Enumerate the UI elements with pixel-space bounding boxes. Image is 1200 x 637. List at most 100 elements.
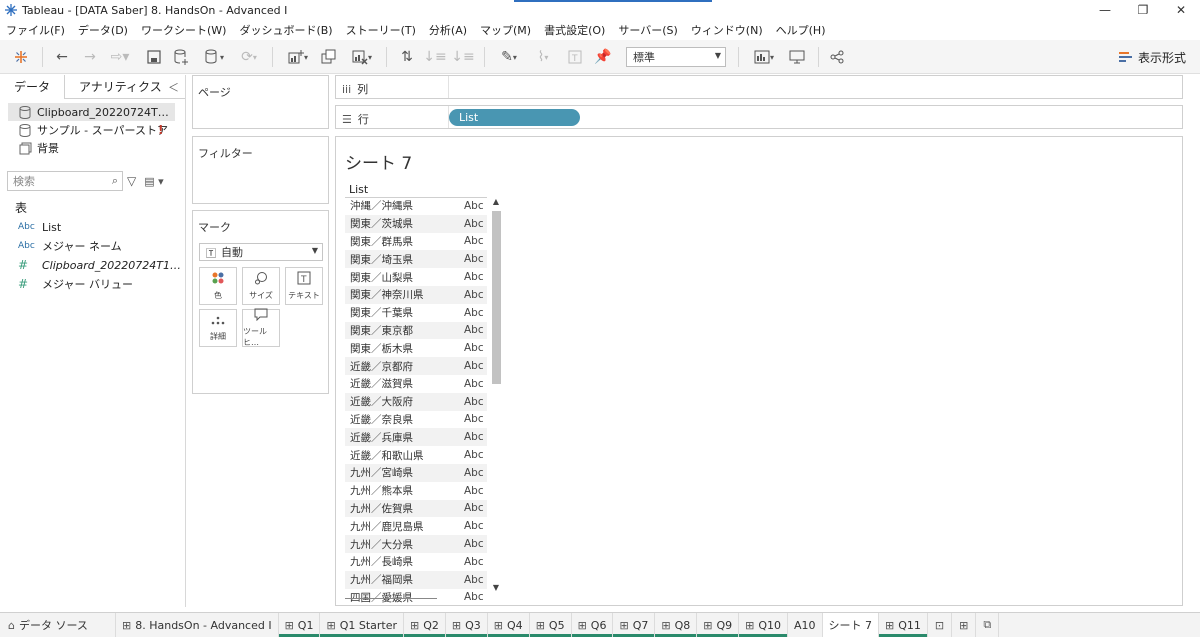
rows-pill-list[interactable]: List (449, 109, 580, 126)
duplicate-sheet-icon[interactable] (318, 46, 340, 68)
view-options-icon[interactable]: ▤ ▾ (144, 175, 163, 188)
scroll-thumb[interactable] (492, 211, 501, 384)
search-input[interactable]: 検索 ⌕ (7, 171, 123, 191)
sheet-tab[interactable]: A10 (788, 613, 823, 637)
pause-updates-icon[interactable]: ▾ (198, 46, 230, 68)
presentation-mode-icon[interactable] (786, 46, 808, 68)
field-clipboard-count[interactable]: # Clipboard_20220724T1… (18, 256, 181, 274)
new-worksheet-icon[interactable]: ▾ (282, 46, 314, 68)
new-data-source-icon[interactable] (170, 46, 192, 68)
menu-file[interactable]: ファイル(F) (6, 22, 65, 38)
share-icon[interactable] (826, 46, 848, 68)
field-measure-values[interactable]: # メジャー バリュー (18, 275, 133, 293)
show-me-button[interactable]: 表示形式 (1118, 49, 1186, 66)
table-row[interactable]: 九州／鹿児島県 Abc (345, 517, 487, 535)
menu-dashboard[interactable]: ダッシュボード(B) (239, 22, 332, 38)
new-story-tab-icon[interactable]: ⧉ (976, 613, 1000, 637)
replay-icon[interactable]: ⇨▾ (106, 46, 134, 68)
collapse-pane-icon[interactable]: ＜ (168, 79, 179, 95)
filter-icon[interactable]: ▽ (127, 174, 136, 188)
menu-data[interactable]: データ(D) (78, 22, 128, 38)
table-row[interactable]: 近畿／和歌山県 Abc (345, 446, 487, 464)
restore-button[interactable]: ❐ (1124, 0, 1162, 20)
table-row[interactable]: 九州／福岡県 Abc (345, 570, 487, 589)
show-mark-labels-icon[interactable]: T (564, 46, 586, 68)
fit-select[interactable]: 標準 ▼ (626, 47, 726, 67)
sheet-tab[interactable]: ⊞ Q11 (879, 613, 928, 637)
table-row[interactable]: 関東／茨城県 Abc (345, 214, 487, 233)
sheet-tab[interactable]: ⊞ Q9 (697, 613, 740, 637)
tab-analytics[interactable]: アナリティクス (65, 75, 176, 99)
group-members-icon[interactable]: ⌇ ▾ (528, 46, 558, 68)
redo-icon[interactable]: → (80, 46, 100, 68)
scroll-down-icon[interactable]: ▼ (490, 583, 502, 595)
refresh-icon[interactable]: ⟳ ▾ (234, 46, 264, 68)
size-button[interactable]: サイズ (242, 267, 280, 305)
menu-help[interactable]: ヘルプ(H) (776, 22, 826, 38)
show-cards-icon[interactable]: ▾ (748, 46, 780, 68)
table-row[interactable]: 近畿／京都府 Abc (345, 357, 487, 375)
highlight-icon[interactable]: ✎ ▾ (494, 46, 524, 68)
table-row[interactable]: 関東／栃木県 Abc (345, 339, 487, 357)
filters-card[interactable]: フィルター (192, 136, 329, 204)
table-row[interactable]: 沖縄／沖縄県 Abc (345, 197, 487, 215)
rows-shelf[interactable]: ☰ 行 List (335, 105, 1183, 129)
sheet-tab[interactable]: ⊞ Q1 Starter (320, 613, 405, 637)
clear-sheet-icon[interactable]: ▾ (346, 46, 378, 68)
table-row[interactable]: 近畿／奈良県 Abc (345, 411, 487, 429)
table-row[interactable]: 関東／東京都 Abc (345, 321, 487, 340)
data-source-clipboard[interactable]: Clipboard_20220724T… (8, 103, 175, 121)
sheet-tab[interactable]: ⊞ Q6 (571, 613, 614, 637)
field-list[interactable]: Abc List (18, 218, 61, 236)
tab-data[interactable]: データ (0, 75, 66, 99)
sheet-tab[interactable]: ⊞ Q8 (655, 613, 698, 637)
sheet-tab[interactable]: ⊞ Q5 (529, 613, 572, 637)
pages-card[interactable]: ページ (192, 75, 329, 129)
field-measure-names[interactable]: Abc メジャー ネーム (18, 237, 122, 255)
table-row[interactable]: 九州／大分県 Abc (345, 535, 487, 553)
new-dashboard-tab-icon[interactable]: ⊞ (952, 613, 977, 637)
data-source-superstore[interactable]: サンプル - スーパーストア ! (0, 121, 185, 139)
sheet-tab[interactable]: ⊞ Q3 (445, 613, 488, 637)
menu-story[interactable]: ストーリー(T) (346, 22, 416, 38)
sheet-tab[interactable]: シート 7 (822, 613, 880, 637)
sheet-tab[interactable]: ⊞ Q10 (739, 613, 789, 637)
table-row[interactable]: 近畿／滋賀県 Abc (345, 375, 487, 393)
menu-map[interactable]: マップ(M) (480, 22, 531, 38)
columns-shelf[interactable]: iii 列 (335, 75, 1183, 99)
sheet-tab[interactable]: ⊞ Q7 (613, 613, 656, 637)
sort-ascending-icon[interactable]: ↓≡ (423, 46, 446, 68)
table-row[interactable]: 九州／宮崎県 Abc (345, 463, 487, 482)
table-row[interactable]: 関東／千葉県 Abc (345, 304, 487, 322)
sheet-tab[interactable]: ⊞ Q1 (278, 613, 321, 637)
undo-icon[interactable]: ← (52, 46, 72, 68)
text-button[interactable]: T テキスト (285, 267, 323, 305)
table-row[interactable]: 関東／群馬県 Abc (345, 233, 487, 251)
tableau-logo-icon[interactable] (10, 46, 32, 68)
menu-format[interactable]: 書式設定(O) (544, 22, 605, 38)
scroll-up-icon[interactable]: ▲ (490, 197, 502, 209)
close-button[interactable]: ✕ (1162, 0, 1200, 20)
vertical-scrollbar[interactable]: ▲ ▼ (490, 197, 502, 597)
tooltip-button[interactable]: ツールヒ… (242, 308, 280, 347)
menu-server[interactable]: サーバー(S) (618, 22, 677, 38)
menu-window[interactable]: ウィンドウ(N) (691, 22, 763, 38)
new-worksheet-tab-icon[interactable]: ⊡ (928, 613, 953, 637)
color-button[interactable]: 色 (199, 267, 237, 305)
fix-axes-icon[interactable]: 📌 (592, 46, 614, 68)
table-row[interactable]: 関東／埼玉県 Abc (345, 250, 487, 269)
table-row[interactable]: 関東／山梨県 Abc (345, 268, 487, 286)
table-row[interactable]: 関東／神奈川県 Abc (345, 285, 487, 304)
sort-descending-icon[interactable]: ↓≡ (451, 46, 474, 68)
swap-rows-columns-icon[interactable]: ⇅ (396, 46, 418, 68)
menu-analysis[interactable]: 分析(A) (429, 22, 467, 38)
table-row[interactable]: 九州／熊本県 Abc (345, 482, 487, 500)
data-source-background[interactable]: 背景 (0, 139, 185, 157)
minimize-button[interactable]: — (1086, 0, 1124, 20)
sheet-tab[interactable]: ⊞ Q4 (487, 613, 530, 637)
sheet-tab[interactable]: ⊞ 8. HandsOn - Advanced I (116, 613, 279, 637)
sheet-tab[interactable]: ⊞ Q2 (404, 613, 446, 637)
table-row[interactable]: 九州／佐賀県 Abc (345, 499, 487, 518)
table-row[interactable]: 近畿／大阪府 Abc (345, 392, 487, 411)
detail-button[interactable]: 詳細 (199, 309, 237, 347)
